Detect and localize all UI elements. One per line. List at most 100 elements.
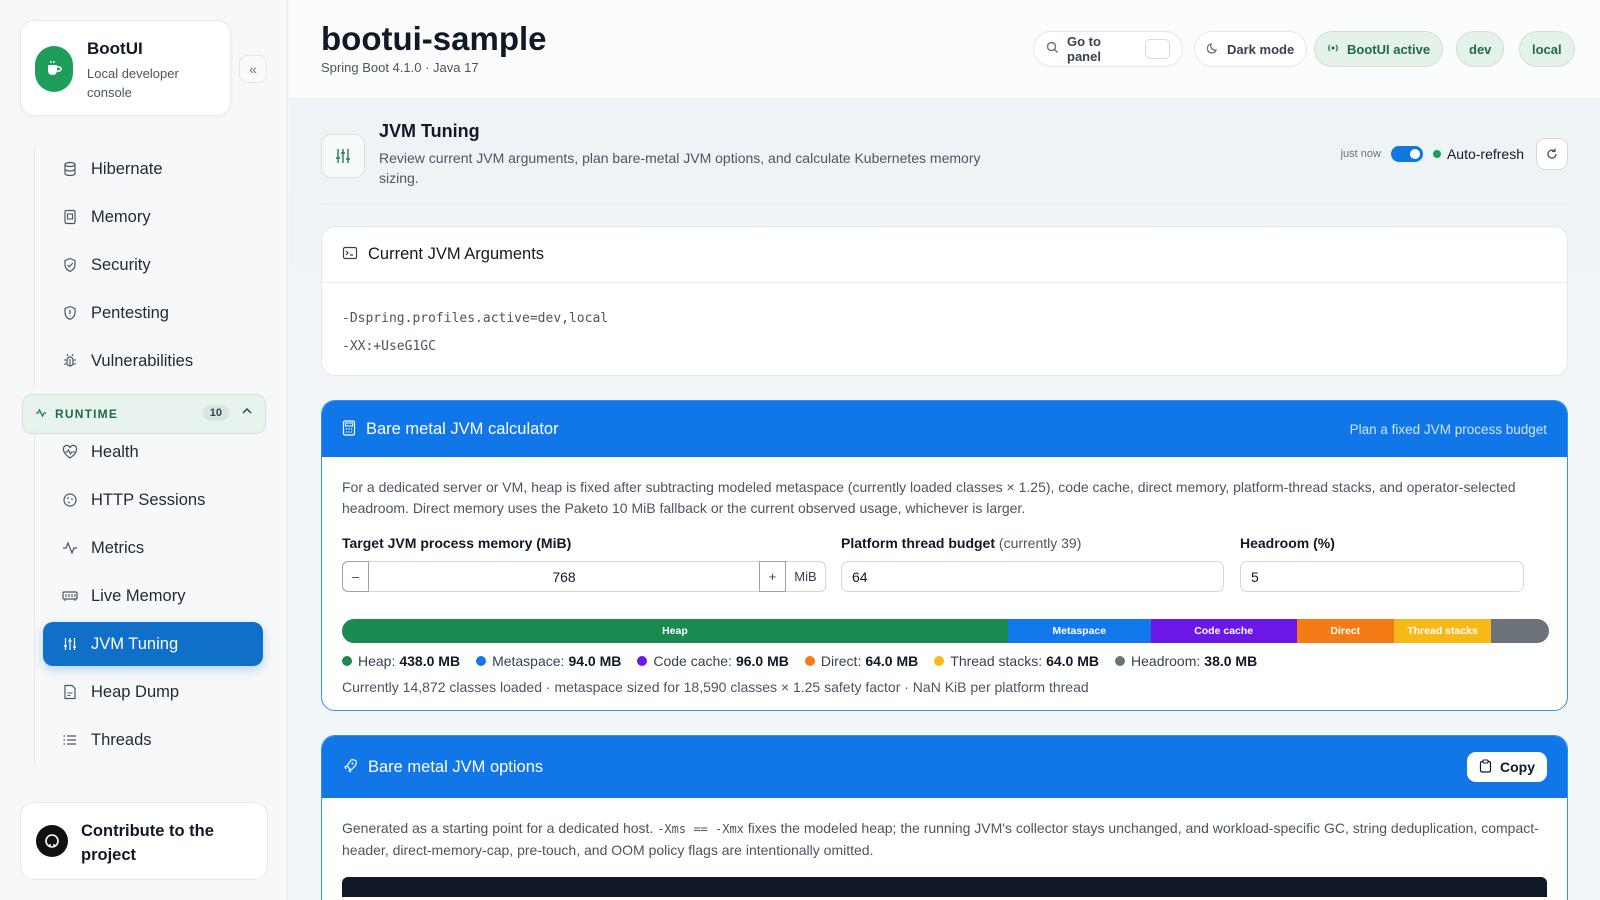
legend-separator: : xyxy=(728,653,732,669)
legend-dot xyxy=(1115,656,1126,666)
current-args-header: Current JVM Arguments xyxy=(322,227,1567,283)
jvm-arg-line: -XX:+UseG1GC xyxy=(342,339,436,354)
shield-icon xyxy=(61,256,79,274)
last-updated: just now xyxy=(1340,148,1381,160)
legend-dot xyxy=(637,656,648,666)
legend-value: 38.0 MB xyxy=(1204,653,1258,669)
sidebar-item-memory[interactable]: Memory xyxy=(43,195,263,239)
options-header: Bare metal JVM options Copy xyxy=(322,736,1567,798)
sidebar-item-security[interactable]: Security xyxy=(43,243,263,287)
refresh-button[interactable] xyxy=(1536,138,1568,170)
thread-budget-input[interactable]: 64 xyxy=(841,561,1224,592)
section-title: JVM Tuning xyxy=(379,121,480,141)
sidebar-item-hibernate[interactable]: Hibernate xyxy=(43,147,263,191)
bare-metal-calculator-card: Bare metal JVM calculator Plan a fixed J… xyxy=(321,400,1568,711)
legend-separator: : xyxy=(391,653,396,669)
sidebar-item-threads[interactable]: Threads xyxy=(43,718,263,762)
decrement-button[interactable]: – xyxy=(342,561,369,592)
nav-group-top: Hibernate Memory Security Pentesting Vulnera… xyxy=(34,147,264,387)
dark-mode-button[interactable]: Dark mode xyxy=(1194,31,1308,67)
legend-item-headroom: Headroom:38.0 MB xyxy=(1115,653,1257,669)
activity-icon xyxy=(35,407,47,422)
runtime-section-toggle[interactable]: RUNTIME 10 xyxy=(22,394,266,434)
current-args-card: Current JVM Arguments -Dspring.profiles.… xyxy=(321,226,1568,376)
refresh-controls: just now Auto-refresh xyxy=(1341,138,1568,170)
runtime-label: RUNTIME xyxy=(55,407,119,421)
legend-separator: : xyxy=(1196,653,1201,669)
contribute-link[interactable]: Contribute to the project xyxy=(81,819,251,867)
options-description: Generated as a starting point for a dedi… xyxy=(342,818,1547,861)
sidebar-item-jvm-tuning[interactable]: JVM Tuning xyxy=(43,622,263,666)
sidebar-item-health[interactable]: Health xyxy=(43,430,263,474)
legend-label: Thread stacks xyxy=(950,653,1039,669)
app-subtitle: Spring Boot 4.1.0 · Java 17 xyxy=(321,60,479,75)
legend-item-thread-stacks: Thread stacks:64.0 MB xyxy=(934,653,1099,669)
thread-budget-label: Platform thread budget (currently 39) xyxy=(841,535,1081,551)
target-memory-stepper: – 768 + MiB xyxy=(342,561,826,592)
brand-subtitle: Local developer console xyxy=(87,66,179,100)
contribute-card[interactable]: Contribute to the project xyxy=(20,802,268,880)
copy-button[interactable]: Copy xyxy=(1467,752,1547,782)
unit-label: MiB xyxy=(786,561,826,592)
sidebar-item-label: HTTP Sessions xyxy=(91,490,206,509)
headroom-input[interactable]: 5 xyxy=(1240,561,1524,592)
runtime-count-badge: 10 xyxy=(202,405,229,421)
sidebar-item-heap-dump[interactable]: Heap Dump xyxy=(43,670,263,714)
sidebar-item-label: Metrics xyxy=(91,538,145,557)
activity-icon xyxy=(61,539,79,557)
go-to-panel-button[interactable]: Go to panel xyxy=(1033,31,1183,67)
profile-badge-dev: dev xyxy=(1456,31,1505,67)
calculator-header: Bare metal JVM calculator Plan a fixed J… xyxy=(322,401,1567,457)
calculator-title: Bare metal JVM calculator xyxy=(366,419,559,438)
shield-alert-icon xyxy=(61,304,79,322)
sidebar-item-label: Memory xyxy=(91,207,151,226)
legend-item-code-cache: Code cache:96.0 MB xyxy=(637,653,789,669)
app-title: bootui-sample xyxy=(321,20,547,57)
legend-dot xyxy=(342,656,352,666)
sidebar-item-label: Hibernate xyxy=(91,159,163,178)
legend-value: 94.0 MB xyxy=(568,653,622,669)
sidebar-item-label: Live Memory xyxy=(91,586,186,605)
terminal-icon xyxy=(342,245,358,264)
legend-label: Heap xyxy=(358,653,392,669)
legend-value: 96.0 MB xyxy=(735,653,789,669)
auto-refresh-toggle[interactable] xyxy=(1390,146,1423,162)
sidebar-item-vulnerabilities[interactable]: Vulnerabilities xyxy=(43,339,263,383)
profile-local-label: local xyxy=(1532,41,1562,57)
target-memory-input[interactable]: 768 xyxy=(369,561,759,592)
headroom-label: Headroom (%) xyxy=(1240,535,1335,551)
legend-item-metaspace: Metaspace:94.0 MB xyxy=(476,653,621,669)
collapse-sidebar-button[interactable]: « xyxy=(239,55,267,83)
sidebar-item-pentesting[interactable]: Pentesting xyxy=(43,291,263,335)
moon-icon xyxy=(1206,42,1219,57)
legend-separator: : xyxy=(857,653,862,669)
sidebar-item-label: JVM Tuning xyxy=(91,634,179,653)
sidebar-item-metrics[interactable]: Metrics xyxy=(43,526,263,570)
copy-label: Copy xyxy=(1500,759,1535,775)
thread-budget-note: (currently 39) xyxy=(998,535,1082,551)
target-memory-label: Target JVM process memory (MiB) xyxy=(342,535,572,551)
options-desc-before: Generated as a starting point for a dedi… xyxy=(342,820,658,836)
sidebar-item-live-memory[interactable]: Live Memory xyxy=(43,574,263,618)
database-icon xyxy=(61,160,79,178)
nav-group-runtime: Health HTTP Sessions Metrics Live Memory JVM… xyxy=(34,430,264,766)
bug-icon xyxy=(61,352,79,370)
coffee-cup-icon xyxy=(35,46,73,92)
sidebar-item-label: Health xyxy=(91,442,139,461)
heart-pulse-icon xyxy=(61,443,79,461)
increment-button[interactable]: + xyxy=(759,561,786,592)
go-to-panel-label: Go to panel xyxy=(1067,34,1101,64)
sidebar: BootUI Local developer console « Hiberna… xyxy=(0,0,288,900)
search-icon xyxy=(1046,41,1059,57)
thread-budget-label-text: Platform thread budget xyxy=(841,535,996,551)
sidebar-item-http-sessions[interactable]: HTTP Sessions xyxy=(43,478,263,522)
rocket-icon xyxy=(342,758,358,777)
memory-budget-bar: Heap Metaspace Code cache Direct Thread stac… xyxy=(342,619,1549,643)
jvm-args-list: -Dspring.profiles.active=dev,local -XX:+… xyxy=(322,283,1567,375)
memory-icon xyxy=(61,208,79,226)
legend-item-heap: Heap:438.0 MB xyxy=(342,653,460,669)
github-icon xyxy=(36,825,68,857)
dark-mode-label: Dark mode xyxy=(1227,41,1295,57)
calculator-hint: Plan a fixed JVM process budget xyxy=(1349,421,1547,437)
bare-metal-options-card: Bare metal JVM options Copy Generated as… xyxy=(321,735,1568,900)
